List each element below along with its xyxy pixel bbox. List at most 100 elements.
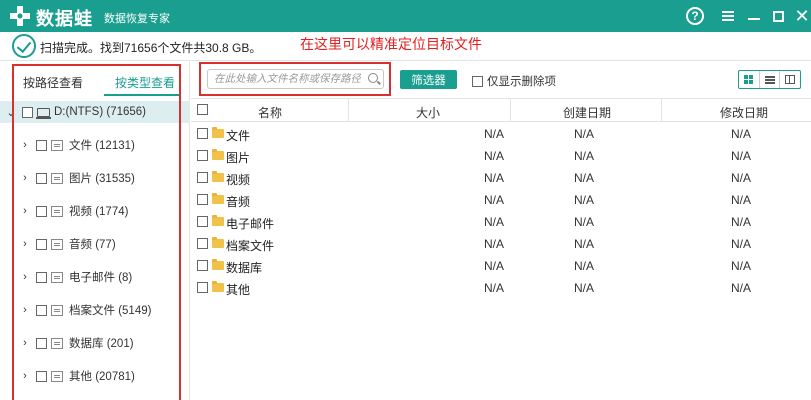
row-size: N/A [483,127,504,141]
row-modified: N/A [730,259,751,273]
tree-checkbox[interactable] [36,370,47,382]
database-icon [51,337,63,349]
tree-item[interactable]: › 图片 (31535) [18,167,135,189]
grid-view-button[interactable] [739,71,760,88]
tree-checkbox[interactable] [36,238,47,250]
table-row[interactable]: 档案文件 N/A N/A N/A [191,233,811,255]
app-brand: 数据蛙 [36,9,93,29]
row-checkbox[interactable] [197,238,208,249]
app-subtitle: 数据恢复专家 [104,13,170,25]
tree-item[interactable]: › 其他 (20781) [18,365,135,387]
tree-item[interactable]: › 档案文件 (5149) [18,299,151,321]
detail-icon [785,75,796,84]
tree-checkbox[interactable] [36,139,47,151]
tree-checkbox[interactable] [36,172,47,184]
row-checkbox[interactable] [197,172,208,183]
chevron-right-icon[interactable]: › [18,238,32,250]
tree-item[interactable]: › 数据库 (201) [18,332,134,354]
root-checkbox[interactable] [22,106,33,118]
row-created: N/A [573,281,594,295]
deleted-only-checkbox[interactable] [472,75,483,87]
tree-item[interactable]: › 音频 (77) [18,233,116,255]
table-row[interactable]: 文件 N/A N/A N/A [191,123,811,145]
folder-icon [212,237,224,248]
maximize-button[interactable] [768,6,788,26]
chevron-right-icon[interactable]: › [18,370,32,382]
row-modified: N/A [730,127,751,141]
row-checkbox[interactable] [197,128,208,139]
tree-checkbox[interactable] [36,337,47,349]
email-icon [51,271,63,283]
table-row[interactable]: 电子邮件 N/A N/A N/A [191,211,811,233]
chevron-right-icon[interactable]: › [18,337,32,349]
document-icon [51,139,63,151]
row-modified: N/A [730,215,751,229]
row-created: N/A [573,127,594,141]
table-row[interactable]: 视频 N/A N/A N/A [191,167,811,189]
tree-item[interactable]: › 电子邮件 (8) [18,266,132,288]
tree-checkbox[interactable] [36,205,47,217]
chevron-right-icon[interactable]: › [18,139,32,151]
detail-view-button[interactable] [780,71,800,88]
row-checkbox[interactable] [197,216,208,227]
folder-icon [212,259,224,270]
tree-root-label: D:(NTFS) (71656) [54,106,147,118]
column-header-modified[interactable]: 修改日期 [720,104,768,121]
tree-item[interactable]: › 文件 (12131) [18,134,135,156]
table-row[interactable]: 其他 N/A N/A N/A [191,277,811,299]
column-header-size[interactable]: 大小 [416,104,440,121]
row-size: N/A [483,171,504,185]
tree-checkbox[interactable] [36,304,47,316]
column-divider[interactable] [661,99,662,121]
check-circle-icon [12,34,36,58]
chevron-right-icon[interactable]: › [18,304,32,316]
tree-root-drive[interactable]: ⌄ D:(NTFS) (71656) [0,101,190,123]
table-row[interactable]: 图片 N/A N/A N/A [191,145,811,167]
folder-icon [212,149,224,160]
row-created: N/A [573,171,594,185]
row-checkbox[interactable] [197,282,208,293]
tree-item[interactable]: › 视频 (1774) [18,200,128,222]
row-name: 电子邮件 [226,217,275,231]
close-button[interactable]: ✕ [792,6,811,26]
tab-by-path[interactable]: 按路径查看 [23,74,83,91]
row-checkbox[interactable] [197,150,208,161]
row-name: 视频 [226,173,251,187]
scan-status-text: 扫描完成。找到71656个文件共30.8 GB。 [40,41,262,55]
tree-checkbox[interactable] [36,271,47,283]
row-checkbox[interactable] [197,194,208,205]
audio-icon [51,238,63,250]
column-header-created[interactable]: 创建日期 [563,104,611,121]
row-modified: N/A [730,237,751,251]
chevron-down-icon[interactable]: ⌄ [4,106,18,119]
chevron-right-icon[interactable]: › [18,172,32,184]
chevron-right-icon[interactable]: › [18,205,32,217]
annotation-text: 在这里可以精准定位目标文件 [300,36,482,52]
deleted-only-toggle[interactable]: 仅显示删除项 [472,73,556,89]
menu-button[interactable] [718,6,738,26]
filter-button[interactable]: 筛选器 [400,70,457,89]
list-view-button[interactable] [760,71,781,88]
tree-item-label: 数据库 (201) [69,338,134,350]
row-checkbox[interactable] [197,260,208,271]
tree-item-label: 档案文件 (5149) [69,305,152,317]
row-modified: N/A [730,149,751,163]
row-created: N/A [573,237,594,251]
folder-icon [212,215,224,226]
minimize-button[interactable] [744,6,764,26]
row-size: N/A [483,215,504,229]
chevron-right-icon[interactable]: › [18,271,32,283]
row-name: 其他 [226,283,251,297]
column-header-name[interactable]: 名称 [258,104,282,121]
tab-by-type[interactable]: 按类型查看 [115,74,175,91]
column-divider[interactable] [348,99,349,121]
row-size: N/A [483,259,504,273]
table-row[interactable]: 数据库 N/A N/A N/A [191,255,811,277]
search-input[interactable] [207,69,384,89]
column-divider[interactable] [510,99,511,121]
row-modified: N/A [730,193,751,207]
table-row[interactable]: 音频 N/A N/A N/A [191,189,811,211]
search-icon[interactable] [368,73,378,83]
help-button[interactable]: ? [686,7,704,25]
select-all-checkbox[interactable] [197,104,208,115]
